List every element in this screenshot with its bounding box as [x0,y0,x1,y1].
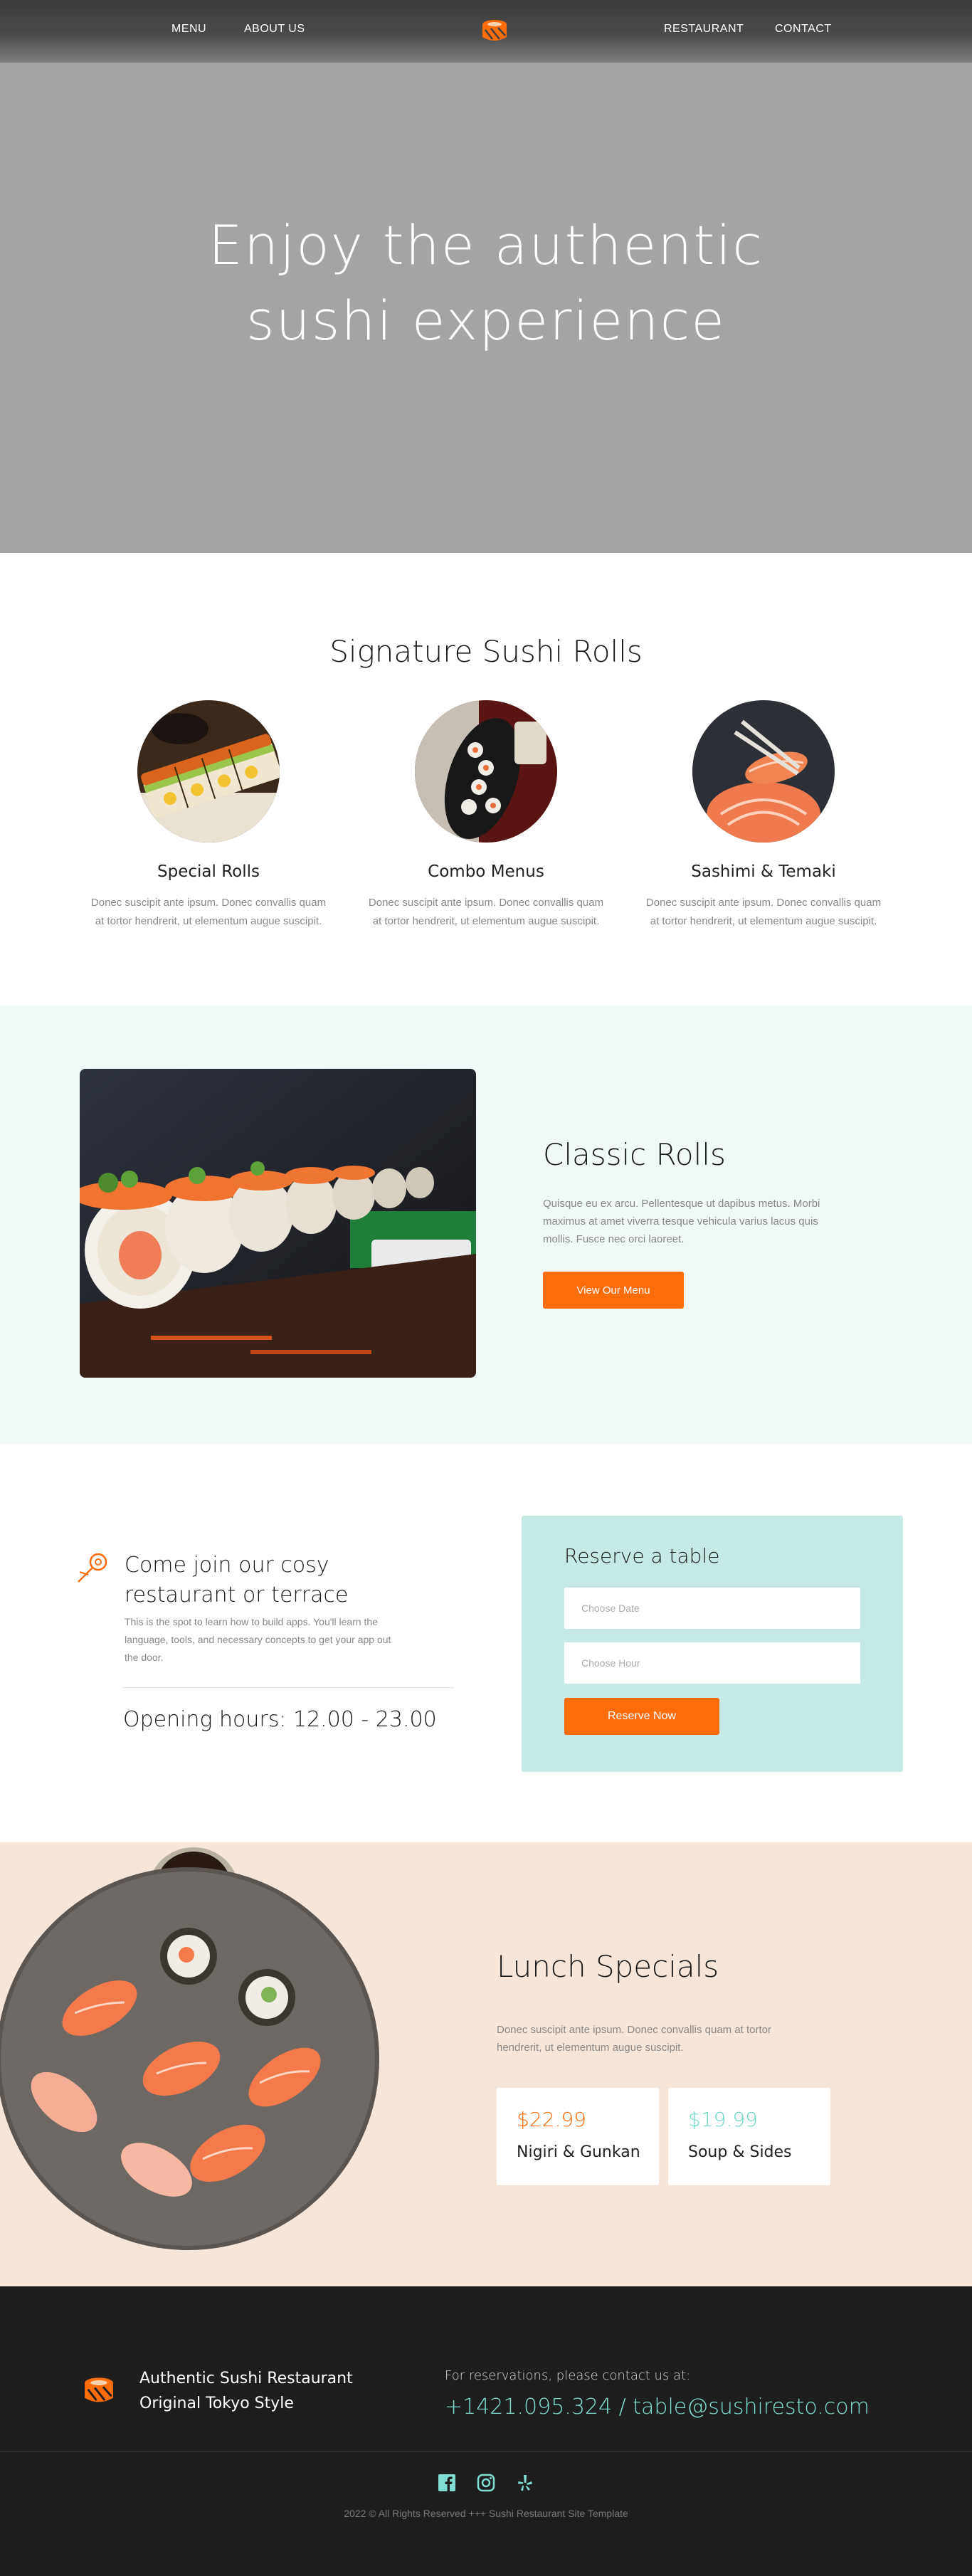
reservation-form-title: Reserve a table [564,1544,720,1568]
signature-item-description: Donec suscipit ante ipsum. Donec convall… [645,897,882,927]
top-navigation: MENU ABOUT US RESTAURANT CONTACT [0,0,972,63]
signature-item-name: Sashimi & Temaki [691,862,836,881]
section-title: Signature Sushi Rolls [329,634,643,669]
reservation-section: Come join our cosy restaurant or terrace… [0,1444,972,1842]
classic-rolls-title: Classic Rolls [543,1137,726,1172]
reserve-now-button[interactable]: Reserve Now [564,1698,719,1735]
lunch-specials-text: Donec suscipit ante ipsum. Donec convall… [497,2024,772,2054]
price-card-nigiri-gunkan: $22.99 Nigiri & Gunkan [497,2088,659,2185]
footer-brand-line-2: Original Tokyo Style [139,2395,294,2412]
reservation-contact[interactable]: +1421.095.324 / table@sushiresto.com [445,2395,870,2419]
opening-hours: Opening hours: 12.00 - 23.00 [123,1707,437,1732]
sushi-roll-logo-icon[interactable] [478,14,511,47]
signature-item-combo-menus: Combo Menus Donec suscipit ante ipsum. D… [365,700,607,931]
price-card-soup-sides: $19.99 Soup & Sides [668,2088,830,2185]
lunch-specials-section: Lunch Specials Donec suscipit ante ipsum… [0,1842,972,2286]
nav-link-menu[interactable]: MENU [171,23,206,36]
signature-item-description: Donec suscipit ante ipsum. Donec convall… [90,897,327,927]
nav-link-restaurant[interactable]: RESTAURANT [664,23,744,36]
divider [123,1687,454,1688]
sashimi-temaki-image [692,700,835,843]
classic-rolls-section: Classic Rolls Quisque eu ex arcu. Pellen… [0,1005,972,1444]
hero-heading-line-1: Enjoy the authentic [208,213,764,277]
nav-link-about-us[interactable]: ABOUT US [244,23,305,36]
choose-date-input[interactable] [564,1588,860,1629]
classic-rolls-text: Quisque eu ex arcu. Pellentesque ut dapi… [543,1198,820,1245]
signature-rolls-section: Signature Sushi Rolls Special Rolls Done… [0,553,972,1005]
signature-item-name: Special Rolls [157,862,260,881]
special-rolls-image [137,700,280,843]
sushi-roll-logo-icon [85,2377,113,2402]
instagram-icon[interactable] [475,2472,497,2493]
signature-item-description: Donec suscipit ante ipsum. Donec convall… [368,897,604,927]
reservation-form: Reserve a table Reserve Now [522,1516,903,1772]
join-us-title: Come join our cosy restaurant or terrace [125,1553,349,1608]
combo-menus-image [415,700,557,843]
facebook-icon[interactable] [436,2472,458,2493]
footer: Authentic Sushi Restaurant Original Toky… [0,2286,972,2576]
choose-hour-input[interactable] [564,1642,860,1684]
signature-item-name: Combo Menus [428,862,544,881]
dish-name: Nigiri & Gunkan [517,2143,640,2161]
footer-brand-line-1: Authentic Sushi Restaurant [139,2370,353,2387]
join-us-text: This is the spot to learn how to build a… [125,1616,391,1663]
signature-item-sashimi-temaki: Sashimi & Temaki Donec suscipit ante ips… [643,700,884,931]
classic-rolls-photo [80,1069,476,1378]
copyright: 2022 © All Rights Reserved +++ Sushi Res… [344,2508,628,2519]
spoon-whisk-icon [78,1553,107,1583]
hero-section: MENU ABOUT US RESTAURANT CONTACT Enjoy t… [0,0,972,553]
yelp-icon[interactable] [514,2472,536,2493]
dish-name: Soup & Sides [688,2143,792,2161]
sushi-platter-image [0,1847,379,2250]
price: $19.99 [688,2108,758,2131]
nav-link-contact[interactable]: CONTACT [775,23,832,36]
reservation-contact-label: For reservations, please contact us at: [445,2368,691,2383]
signature-item-special-rolls: Special Rolls Donec suscipit ante ipsum.… [88,700,329,931]
hero-heading: Enjoy the authentic sushi experience [0,208,972,359]
price: $22.99 [517,2108,586,2131]
lunch-specials-title: Lunch Specials [497,1949,719,1984]
view-our-menu-button[interactable]: View Our Menu [543,1272,684,1309]
footer-brand: Authentic Sushi Restaurant Original Toky… [139,2366,353,2416]
hero-heading-line-2: sushi experience [245,289,727,352]
